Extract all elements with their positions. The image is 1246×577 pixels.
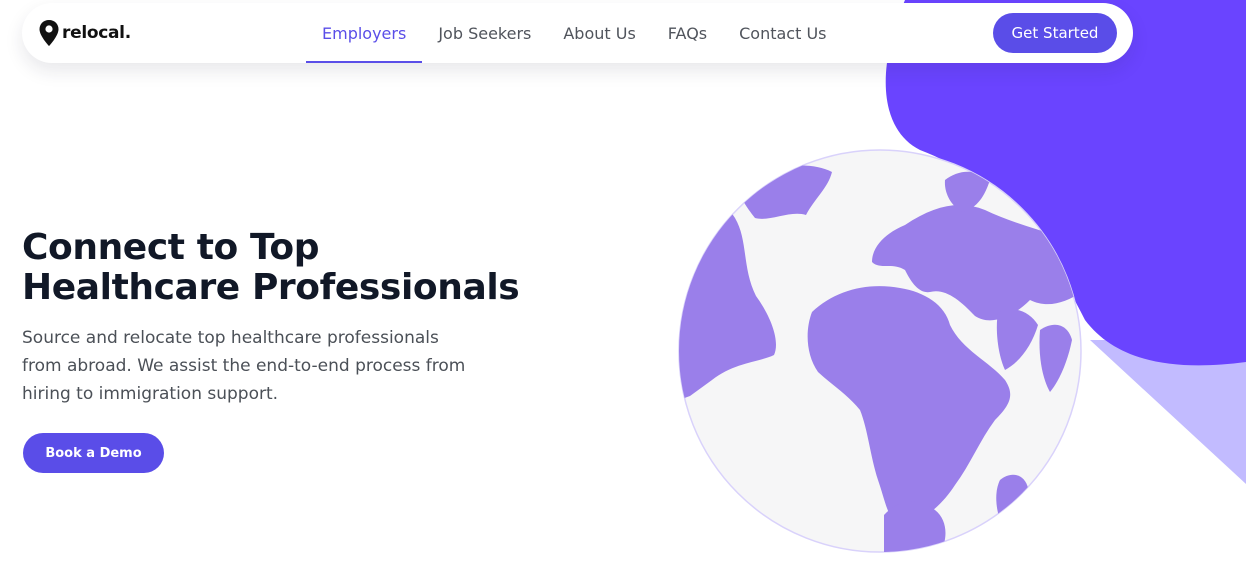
- hero-title: Connect to Top Healthcare Professionals: [22, 228, 582, 308]
- top-navbar: relocal. Employers Job Seekers About Us …: [22, 3, 1133, 63]
- nav-link-faqs[interactable]: FAQs: [652, 3, 723, 63]
- book-demo-button[interactable]: Book a Demo: [23, 433, 164, 473]
- nav-link-job-seekers[interactable]: Job Seekers: [422, 3, 547, 63]
- globe-icon: [678, 149, 1082, 553]
- location-pin-icon: [39, 20, 59, 46]
- hero-section: Connect to Top Healthcare Professionals …: [22, 228, 582, 408]
- get-started-button[interactable]: Get Started: [993, 13, 1117, 53]
- brand-logo[interactable]: relocal.: [38, 18, 131, 48]
- brand-name: relocal.: [62, 23, 131, 43]
- hero-title-line-2: Healthcare Professionals: [22, 267, 520, 308]
- nav-link-about-us[interactable]: About Us: [547, 3, 651, 63]
- nav-link-contact-us[interactable]: Contact Us: [723, 3, 842, 63]
- nav-menu: Employers Job Seekers About Us FAQs Cont…: [306, 3, 843, 63]
- hero-title-line-1: Connect to Top: [22, 227, 320, 268]
- hero-subtitle: Source and relocate top healthcare profe…: [22, 328, 466, 404]
- nav-link-employers[interactable]: Employers: [306, 3, 423, 63]
